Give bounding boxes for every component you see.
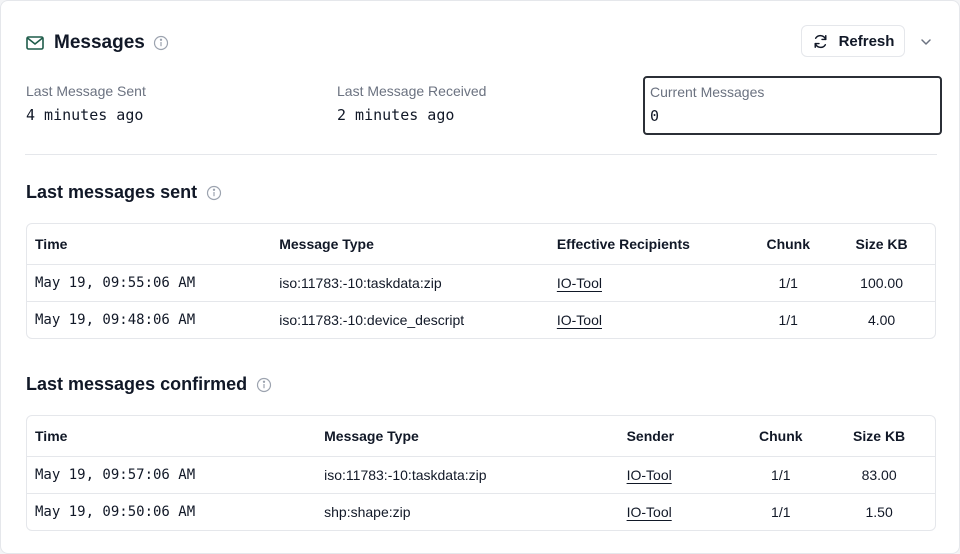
col-effective-recipients: Effective Recipients <box>556 235 690 252</box>
title-wrap: Messages <box>25 32 169 54</box>
info-icon[interactable] <box>153 35 169 51</box>
recipient-link[interactable]: IO-Tool <box>557 312 602 328</box>
cell-chunk: 1/1 <box>748 263 829 301</box>
divider <box>25 154 937 155</box>
cell-size: 83.00 <box>823 455 935 493</box>
col-time: Time <box>35 235 68 252</box>
info-icon[interactable] <box>256 377 272 393</box>
cell-message-type: shp:shape:zip <box>316 492 619 530</box>
table-row: May 19, 09:48:06 AM iso:11783:-10:device… <box>27 300 935 338</box>
stat-last-sent: Last Message Sent 4 minutes ago <box>26 83 146 124</box>
envelope-icon <box>25 33 45 53</box>
sent-section-title: Last messages sent <box>26 182 222 203</box>
cell-size: 1.50 <box>823 492 935 530</box>
stat-current-label: Current Messages <box>650 84 765 100</box>
cell-chunk: 1/1 <box>748 300 829 338</box>
col-message-type: Message Type <box>279 235 374 252</box>
cell-message-type: iso:11783:-10:taskdata:zip <box>316 455 619 493</box>
cell-recipient: IO-Tool <box>548 300 749 338</box>
stat-last-received-value: 2 minutes ago <box>337 106 455 124</box>
sender-link[interactable]: IO-Tool <box>627 467 672 483</box>
stat-last-received: Last Message Received 2 minutes ago <box>337 83 486 124</box>
col-time: Time <box>35 427 68 444</box>
cell-size: 4.00 <box>828 300 935 338</box>
table-row: May 19, 09:55:06 AM iso:11783:-10:taskda… <box>27 263 935 301</box>
cell-time: May 19, 09:48:06 AM <box>27 300 272 338</box>
cell-time: May 19, 09:50:06 AM <box>27 492 317 530</box>
info-icon[interactable] <box>206 185 222 201</box>
cell-chunk: 1/1 <box>738 455 824 493</box>
cell-message-type: iso:11783:-10:taskdata:zip <box>271 263 549 301</box>
col-size-kb: Size KB <box>853 427 906 444</box>
sender-link[interactable]: IO-Tool <box>627 504 672 520</box>
table-row: May 19, 09:50:06 AM shp:shape:zip IO-Too… <box>27 492 935 530</box>
col-chunk: Chunk <box>759 427 803 444</box>
col-sender: Sender <box>626 427 675 444</box>
page-title: Messages <box>54 32 145 53</box>
cell-message-type: iso:11783:-10:device_descript <box>271 300 549 338</box>
col-chunk: Chunk <box>766 235 811 252</box>
sent-table: Time Message Type Effective Recipients C… <box>26 223 936 339</box>
stat-current-value: 0 <box>650 107 660 125</box>
stat-last-sent-value: 4 minutes ago <box>26 106 144 124</box>
cell-recipient: IO-Tool <box>548 263 749 301</box>
cell-size: 100.00 <box>828 263 935 301</box>
card-header: Messages Refresh <box>25 25 935 59</box>
stat-last-received-label: Last Message Received <box>337 83 487 99</box>
cell-chunk: 1/1 <box>738 492 824 530</box>
col-message-type: Message Type <box>324 427 419 444</box>
messages-card: Messages Refresh Last Message Sent 4 min… <box>0 0 960 554</box>
confirmed-section-title: Last messages confirmed <box>26 374 272 395</box>
cell-sender: IO-Tool <box>618 492 739 530</box>
cell-sender: IO-Tool <box>618 455 739 493</box>
col-size-kb: Size KB <box>855 235 908 252</box>
refresh-icon <box>812 33 829 50</box>
table-row: May 19, 09:57:06 AM iso:11783:-10:taskda… <box>27 455 935 493</box>
stat-current-messages[interactable]: Current Messages 0 <box>643 76 942 135</box>
chevron-down-icon[interactable] <box>917 33 935 51</box>
sent-title-text: Last messages sent <box>26 182 198 202</box>
refresh-label: Refresh <box>838 32 895 50</box>
refresh-button[interactable]: Refresh <box>801 25 905 57</box>
confirmed-title-text: Last messages confirmed <box>26 374 248 394</box>
stat-last-sent-label: Last Message Sent <box>26 83 146 99</box>
confirmed-table: Time Message Type Sender Chunk Size KB M… <box>26 415 936 531</box>
cell-time: May 19, 09:57:06 AM <box>27 455 317 493</box>
table-header-row: Time Message Type Sender Chunk Size KB <box>27 416 935 456</box>
cell-time: May 19, 09:55:06 AM <box>27 263 272 301</box>
table-header-row: Time Message Type Effective Recipients C… <box>27 224 935 264</box>
recipient-link[interactable]: IO-Tool <box>557 275 602 291</box>
